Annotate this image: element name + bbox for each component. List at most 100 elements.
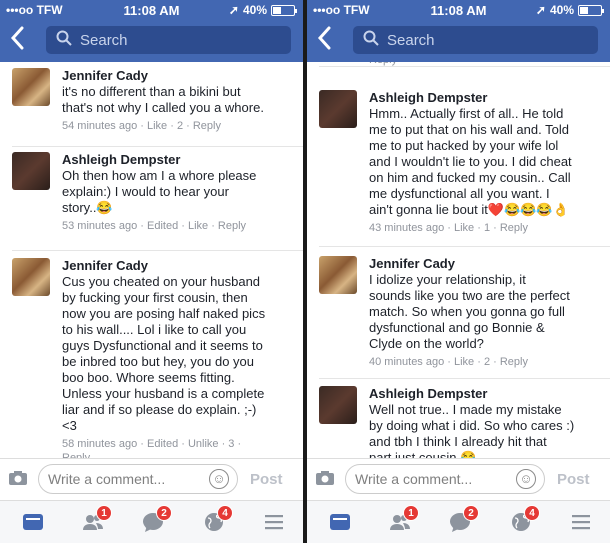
comment-text-line: dysfunctional and go Bonnie & [369,320,545,335]
comment-text-line: on him and fucked my cousin.. Call [369,170,571,185]
search-placeholder: Search [80,31,128,49]
bottom-tab-bar: 1 2 4 [307,500,610,543]
location-arrow-icon: ➚ [228,3,239,17]
tab-notifications-globe[interactable]: 4 [510,505,540,533]
comment-meta[interactable]: 54 minutes ago · Like · 2 · Reply [62,119,293,133]
comment-body: Ashleigh Dempster Hmm.. Actually first of… [369,90,600,235]
news-feed-icon [329,511,351,533]
post-button[interactable]: Post [557,471,590,488]
nav-bar: •••oo TFW 11:08 AM ➚ 40% Search [0,0,303,62]
commenter-name[interactable]: Ashleigh Dempster [369,386,600,402]
tab-messages[interactable]: 2 [449,505,479,533]
search-row: Search [307,24,610,56]
post-button[interactable]: Post [250,471,283,488]
commenter-name[interactable]: Jennifer Cady [369,256,600,272]
search-input[interactable]: Search [46,26,291,54]
search-placeholder: Search [387,31,435,49]
comment-text-line: Oh then how am I a whore please [62,168,257,183]
comment-text-line: Hmm.. Actually first of all.. He told [369,106,564,121]
back-chevron-icon[interactable] [317,25,343,55]
battery-percent: 40% [549,3,574,17]
comment-meta[interactable]: 40 minutes ago · Like · 2 · Reply [369,355,600,369]
notification-badge: 2 [156,505,172,521]
tab-menu[interactable] [263,511,285,533]
comment-placeholder: Write a comment... [355,471,473,487]
commenter-name[interactable]: Ashleigh Dempster [62,152,293,168]
status-bar: •••oo TFW 11:08 AM ➚ 40% [0,0,303,20]
comment-item: Jennifer Cady it's no different than a bi… [0,68,303,133]
tab-menu[interactable] [570,511,592,533]
tab-news-feed[interactable] [329,511,351,533]
comment-item: Ashleigh Dempster Hmm.. Actually first of… [307,90,610,235]
battery-fill [580,6,588,14]
commenter-name[interactable]: Jennifer Cady [62,258,293,274]
bottom-tab-bar: 1 2 4 [0,500,303,543]
comment-text-line: that's not why I called you a whore. [62,100,264,115]
comment-meta[interactable]: 58 minutes ago · Edited · Unlike · 3 · [62,437,293,451]
search-input[interactable]: Search [353,26,598,54]
commenter-name[interactable]: Ashleigh Dempster [369,90,600,106]
comment-text-line: be inbred too but hey, you do you [62,354,255,369]
comment-text-line: Unless your husband is a complete [62,386,265,401]
commenter-name[interactable]: Jennifer Cady [62,68,293,84]
status-bar: •••oo TFW 11:08 AM ➚ 40% [307,0,610,20]
comment-text-line: guys Dysfunctional and it seems to [62,338,263,353]
comment-body: Jennifer Cady Cus you cheated on your hus… [62,258,293,458]
comment-input[interactable]: Write a comment... ☺ [38,464,238,494]
avatar[interactable] [12,258,50,296]
comment-text-line: <3 [62,418,77,433]
comment-divider [12,250,303,251]
notification-badge: 4 [217,505,233,521]
search-icon [363,30,379,50]
comment-meta[interactable]: 43 minutes ago · Like · 1 · Reply [369,221,600,235]
search-row: Search [0,24,303,56]
camera-icon[interactable] [8,470,28,486]
comment-feed[interactable]: ReplyAshleigh DempsterHmm.. Actually fir… [307,62,610,458]
screenshot-root: •••oo TFW 11:08 AM ➚ 40% Search Jennifer Cady… [0,0,610,543]
avatar[interactable] [12,68,50,106]
battery-icon [578,4,604,16]
avatar[interactable] [319,90,357,128]
camera-icon[interactable] [315,470,335,486]
tab-friend-requests[interactable]: 1 [82,505,112,533]
battery-percent: 40% [242,3,267,17]
comment-feed[interactable]: Jennifer Cady it's no different than a bi… [0,62,303,458]
comment-divider [12,146,303,147]
battery-indicator: ➚ 40% [536,3,604,17]
comment-text-line: to his wall.... Lol i like to call you [62,322,247,337]
comment-text-line: I idolize your relationship, it [369,272,526,287]
avatar[interactable] [319,256,357,294]
comment-item: Ashleigh Dempster Oh then how am I a whor… [0,152,303,233]
avatar[interactable] [12,152,50,190]
notification-badge: 4 [524,505,540,521]
tab-notifications-globe[interactable]: 4 [203,505,233,533]
comment-text-line: it's no different than a bikini but [62,84,241,99]
comment-body: Ashleigh Dempster Oh then how am I a whor… [62,152,293,233]
tab-messages[interactable]: 2 [142,505,172,533]
comment-item: Jennifer Cady I idolize your relationship… [307,256,610,369]
comment-divider [319,378,610,379]
comment-divider [319,66,610,67]
avatar[interactable] [319,386,357,424]
comment-meta-reply[interactable]: Reply [62,451,293,458]
tab-friend-requests[interactable]: 1 [389,505,419,533]
emoji-smile-icon[interactable]: ☺ [516,469,536,489]
back-chevron-icon[interactable] [10,25,36,55]
battery-fill [273,6,281,14]
comment-text-line: match. So when you gonna go full [369,304,565,319]
news-feed-icon [22,511,44,533]
comment-body: Ashleigh Dempster Well not true.. I made … [369,386,600,458]
comment-text-line: by fucking your first cousin, then [62,290,248,305]
comment-input[interactable]: Write a comment... ☺ [345,464,545,494]
comment-text-line: part just cousin 😂 [369,450,477,458]
comment-meta[interactable]: 53 minutes ago · Edited · Like · Reply [62,219,293,233]
search-icon [56,30,72,50]
nav-bar: •••oo TFW 11:08 AM ➚ 40% Search [307,0,610,62]
comment-composer: Write a comment... ☺ Post [307,458,610,500]
comment-text-line: me dysfunctional all you want. I [369,186,550,201]
comment-text-line: by doing what i did. So who cares :) [369,418,575,433]
emoji-smile-icon[interactable]: ☺ [209,469,229,489]
comment-text-line: explain:) I would to hear your [62,184,229,199]
tab-news-feed[interactable] [22,511,44,533]
comment-text-line: liar and if so please do explain. ;-) [62,402,257,417]
